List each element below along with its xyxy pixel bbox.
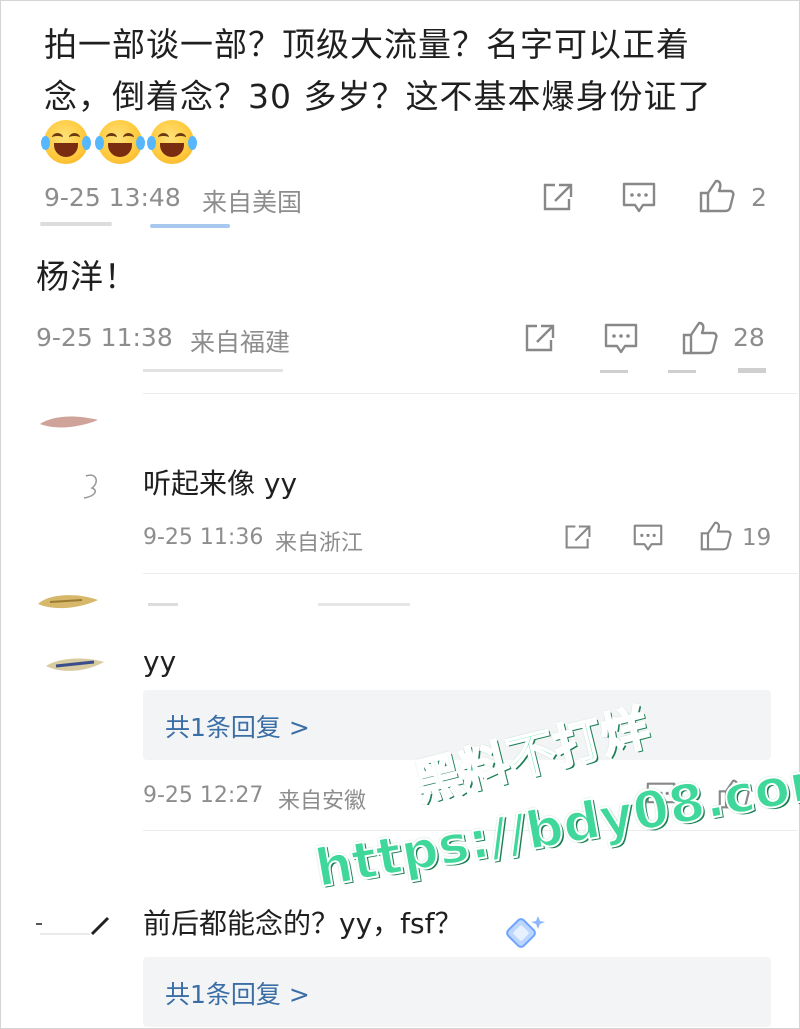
clipped-row <box>738 368 766 373</box>
reply-location: 来自安徽 <box>278 789 367 814</box>
view-replies-link[interactable]: 共1条回复 > <box>165 975 310 1011</box>
sparkle-badge <box>500 912 546 954</box>
share-icon <box>565 525 591 549</box>
thumbs-up-icon <box>699 179 735 213</box>
reply-time: 9-25 12:27 <box>143 783 264 808</box>
reply-text: yy <box>143 645 177 678</box>
comment-icon <box>633 524 663 551</box>
comment-time: 9-25 11:38 <box>36 323 173 352</box>
like-button[interactable] <box>699 520 733 552</box>
reply-thread-box[interactable]: 共1条回复 > <box>143 957 771 1027</box>
clipped-row <box>318 603 410 606</box>
avatar[interactable] <box>44 654 106 680</box>
clipped-row <box>668 370 696 373</box>
reply-time: 9-25 11:36 <box>143 525 264 550</box>
share-button[interactable] <box>563 523 593 551</box>
avatar[interactable] <box>36 590 100 616</box>
share-button[interactable] <box>541 181 575 213</box>
hidden-username <box>40 222 112 226</box>
share-icon <box>543 183 573 211</box>
laugh-cry-emoji <box>41 120 91 164</box>
view-replies-link[interactable]: 共1条回复 > <box>165 708 310 744</box>
username-badge <box>150 224 230 228</box>
clipped-row <box>148 603 178 606</box>
thumbs-up-icon <box>682 321 718 355</box>
like-count: 28 <box>733 323 765 352</box>
comment-text: 杨洋！ <box>36 257 138 296</box>
like-button[interactable] <box>681 320 719 356</box>
comment-text-line: 拍一部谈一部？顶级大流量？名字可以正着 <box>44 25 690 64</box>
reply-text: 听起来像 yy <box>143 467 298 500</box>
avatar[interactable] <box>38 412 100 436</box>
comment-location: 来自美国 <box>202 188 303 217</box>
thumbs-up-icon <box>700 521 732 551</box>
share-icon <box>525 324 555 352</box>
avatar[interactable] <box>78 470 108 504</box>
comment-text-line: 念，倒着念？30 多岁？这不基本爆身份证了 <box>44 77 712 116</box>
avatar[interactable] <box>34 912 114 940</box>
comment-button[interactable] <box>621 181 657 215</box>
like-count: 19 <box>742 525 772 551</box>
comment-location: 来自福建 <box>190 328 291 357</box>
clipped-row <box>600 370 628 373</box>
comment-button[interactable] <box>632 523 664 553</box>
reply-location: 来自浙江 <box>275 531 364 556</box>
diamond-badge-icon <box>506 916 545 948</box>
share-button[interactable] <box>523 322 557 354</box>
like-button[interactable] <box>698 178 736 214</box>
laugh-cry-emoji <box>95 120 145 164</box>
comment-time: 9-25 13:48 <box>44 183 181 212</box>
comment-icon <box>604 323 638 354</box>
reply-text: 前后都能念的？yy，fsf？ <box>143 907 463 940</box>
like-count: 2 <box>751 183 767 212</box>
divider <box>143 573 798 574</box>
clipped-row <box>40 933 90 935</box>
divider <box>143 393 798 394</box>
comment-button[interactable] <box>603 322 639 356</box>
comment-icon <box>622 182 656 213</box>
laugh-cry-emoji <box>147 120 197 164</box>
clipped-row <box>143 369 283 372</box>
